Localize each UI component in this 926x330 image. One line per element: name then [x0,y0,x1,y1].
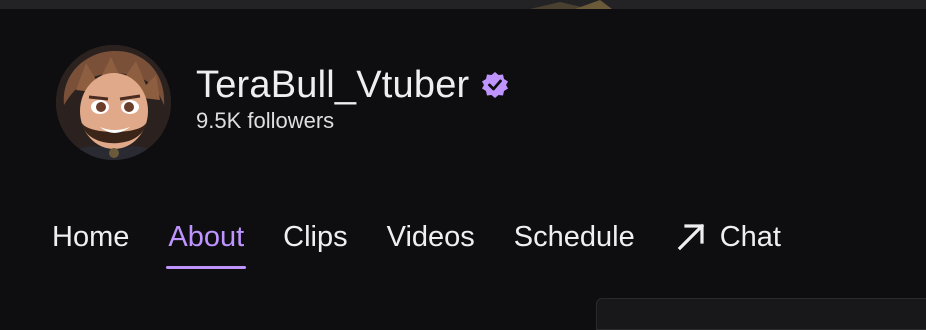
channel-header: TeraBull_Vtuber 9.5K followers [56,45,509,160]
active-tab-indicator [166,266,247,269]
channel-tabs: Home About Clips Videos Schedule Chat [52,214,820,274]
verified-badge-icon [481,71,509,99]
tab-home[interactable]: Home [52,214,129,260]
tab-label: Clips [283,221,348,253]
tab-schedule[interactable]: Schedule [514,214,635,260]
arrow-up-right-icon [674,220,708,254]
tab-videos[interactable]: Videos [387,214,475,260]
channel-name[interactable]: TeraBull_Vtuber [196,63,469,107]
channel-avatar[interactable] [56,45,171,160]
tab-about[interactable]: About [166,214,247,269]
tab-label: Home [52,221,130,253]
tab-clips[interactable]: Clips [283,214,347,260]
tab-label: Videos [386,221,475,253]
follower-count: 9.5K followers [196,107,335,133]
channel-info: TeraBull_Vtuber 9.5K followers [196,63,509,135]
channel-banner [0,0,926,9]
tab-label: Schedule [513,221,635,253]
tab-chat[interactable]: Chat [674,214,781,260]
channel-name-row: TeraBull_Vtuber [196,63,509,107]
content-panel [596,298,926,330]
tab-label: About [168,221,245,253]
tab-label: Chat [719,221,781,253]
